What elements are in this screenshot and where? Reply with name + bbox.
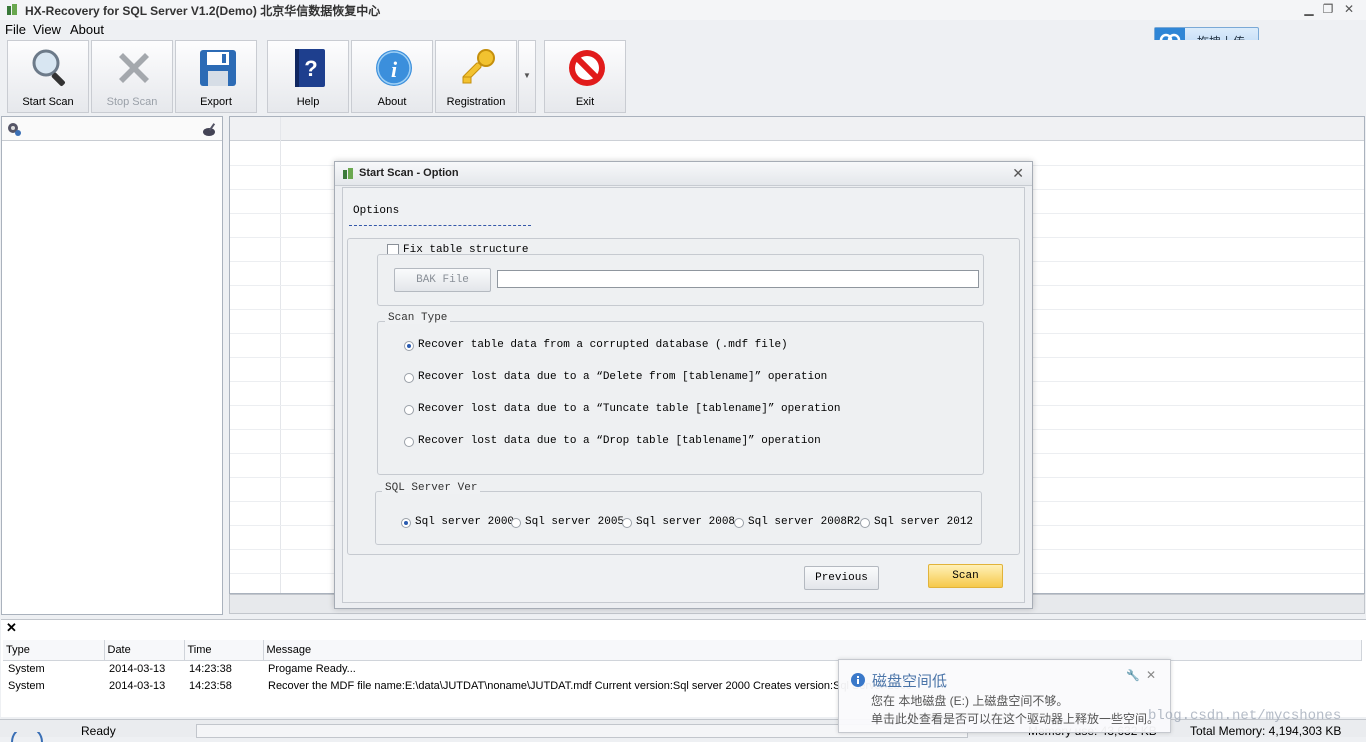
- scan-type-radio-delete[interactable]: [404, 373, 414, 383]
- sql-version-radio-2000[interactable]: [401, 518, 411, 528]
- scan-type-label: Recover lost data due to a “Drop table […: [418, 435, 821, 447]
- log-date: 2014-03-13: [109, 662, 166, 675]
- sql-version-label: Sql server 2000: [415, 516, 515, 528]
- tree-header: [2, 117, 222, 141]
- about-label: About: [377, 96, 407, 108]
- notification-close-button[interactable]: ✕: [1146, 668, 1156, 682]
- scan-type-radio-truncate[interactable]: [404, 405, 414, 415]
- dialog-title: Start Scan - Option: [359, 167, 459, 179]
- log-time: 14:23:38: [189, 662, 232, 675]
- log-type: System: [8, 679, 45, 692]
- sql-version-label: Sql server 2012: [874, 516, 974, 528]
- col-time-header[interactable]: Time: [184, 640, 264, 661]
- chevron-down-icon: ▼: [523, 71, 531, 80]
- bak-file-button[interactable]: BAK File: [394, 268, 491, 292]
- sql-version-label: Sql server 2008R2: [748, 516, 861, 528]
- scan-button[interactable]: Scan: [928, 564, 1003, 588]
- help-book-icon: ?: [295, 49, 325, 87]
- sql-version-radio-2005[interactable]: [511, 518, 521, 528]
- low-disk-notification[interactable]: 磁盘空间低 🔧 ✕ 您在 本地磁盘 (E:) 上磁盘空间不够。 单击此处查看是否…: [838, 659, 1171, 733]
- sql-version-label: Sql server 2008: [636, 516, 736, 528]
- brush-icon[interactable]: [202, 121, 218, 137]
- notification-line2[interactable]: 单击此处查看是否可以在这个驱动器上释放一些空间。: [871, 710, 1159, 727]
- col-message-header[interactable]: Message: [263, 640, 1362, 661]
- database-tree-panel[interactable]: [1, 116, 223, 615]
- scan-type-label: Recover lost data due to a “Tuncate tabl…: [418, 403, 841, 415]
- log-message: Recover the MDF file name:E:\data\JUTDAT…: [268, 679, 912, 692]
- toolbar: Start Scan Stop Scan Export ? Help i Abo…: [0, 40, 1366, 113]
- registration-button[interactable]: Registration: [435, 40, 517, 113]
- col-date-header[interactable]: Date: [104, 640, 185, 661]
- status-ready: Ready: [81, 724, 116, 738]
- status-total-memory: Total Memory: 4,194,303 KB: [1190, 724, 1342, 738]
- app-icon: [7, 4, 17, 15]
- sql-version-legend: SQL Server Ver: [382, 482, 481, 494]
- log-close-button[interactable]: ✕: [6, 620, 17, 636]
- no-entry-icon: [569, 50, 605, 86]
- export-button[interactable]: Export: [175, 40, 257, 113]
- restore-button[interactable]: ❐: [1319, 2, 1337, 16]
- menu-view[interactable]: View: [33, 22, 61, 37]
- title-bar: HX-Recovery for SQL Server V1.2(Demo) 北京…: [0, 0, 1366, 20]
- wrench-icon[interactable]: 🔧: [1126, 669, 1140, 682]
- col-type-header[interactable]: Type: [3, 640, 105, 661]
- tab-options[interactable]: Options: [353, 205, 399, 217]
- stop-scan-label: Stop Scan: [106, 96, 158, 108]
- scan-type-radio-drop[interactable]: [404, 437, 414, 447]
- log-type: System: [8, 662, 45, 675]
- info-icon: i: [376, 50, 412, 86]
- bak-file-path-input[interactable]: [497, 270, 979, 288]
- notification-title: 磁盘空间低: [872, 673, 948, 690]
- help-button[interactable]: ? Help: [267, 40, 349, 113]
- start-scan-button[interactable]: Start Scan: [7, 40, 89, 113]
- start-scan-label: Start Scan: [22, 96, 74, 108]
- start-scan-option-dialog: Start Scan - Option ✕ Options Fix table …: [334, 161, 1033, 609]
- minimize-button[interactable]: ▁: [1300, 2, 1318, 16]
- sql-version-radio-2008r2[interactable]: [734, 518, 744, 528]
- magnifier-icon: [32, 49, 65, 86]
- scan-type-label: Recover lost data due to a “Delete from …: [418, 371, 828, 383]
- app-icon: [343, 168, 353, 179]
- log-date: 2014-03-13: [109, 679, 166, 692]
- database-gear-icon: [8, 123, 21, 136]
- stop-scan-button[interactable]: Stop Scan: [91, 40, 173, 113]
- key-icon: [462, 49, 495, 84]
- sql-version-radio-2012[interactable]: [860, 518, 870, 528]
- scan-type-legend: Scan Type: [385, 312, 451, 324]
- grid-header: [230, 117, 1364, 141]
- stop-x-icon: [119, 53, 149, 83]
- sql-version-radio-2008[interactable]: [622, 518, 632, 528]
- toolbar-dropdown-arrow[interactable]: ▼: [518, 40, 536, 113]
- tab-underline: [349, 225, 531, 226]
- svg-text:?: ?: [304, 56, 317, 81]
- exit-label: Exit: [575, 96, 595, 108]
- sql-version-label: Sql server 2005: [525, 516, 625, 528]
- notification-line1: 您在 本地磁盘 (E:) 上磁盘空间不够。: [871, 694, 1069, 708]
- close-window-button[interactable]: ✕: [1340, 2, 1358, 16]
- about-button[interactable]: i About: [351, 40, 433, 113]
- dialog-content: Options Fix table structure BAK File Sca…: [342, 187, 1025, 603]
- scan-type-label: Recover table data from a corrupted data…: [418, 339, 788, 351]
- log-time: 14:23:58: [189, 679, 232, 692]
- menu-file[interactable]: File: [5, 22, 26, 37]
- floppy-disk-icon: [200, 50, 236, 86]
- dialog-close-button[interactable]: ✕: [1012, 165, 1024, 182]
- window-title: HX-Recovery for SQL Server V1.2(Demo) 北京…: [25, 4, 381, 18]
- help-label: Help: [296, 96, 320, 108]
- previous-button[interactable]: Previous: [804, 566, 879, 590]
- status-progress-icon: [11, 732, 43, 742]
- exit-button[interactable]: Exit: [544, 40, 626, 113]
- menu-about[interactable]: About: [70, 22, 104, 37]
- export-label: Export: [200, 96, 232, 108]
- dialog-title-bar: Start Scan - Option ✕: [335, 162, 1032, 186]
- log-message: Progame Ready...: [268, 662, 356, 675]
- svg-text:i: i: [391, 57, 398, 82]
- registration-label: Registration: [446, 96, 506, 108]
- scan-type-radio-mdf[interactable]: [404, 341, 414, 351]
- info-icon: [851, 673, 865, 687]
- watermark: blog.csdn.net/mycshones: [1148, 708, 1342, 724]
